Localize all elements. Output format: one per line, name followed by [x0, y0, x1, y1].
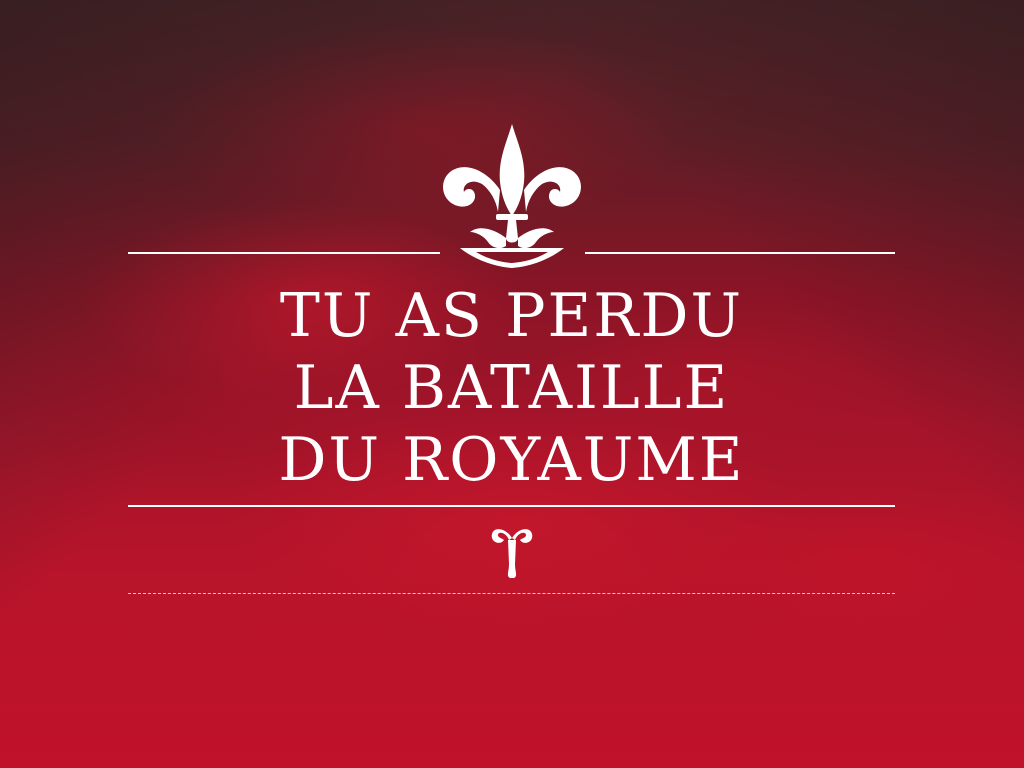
divider-bottom	[128, 505, 895, 507]
title-line-3: DU ROYAUME	[278, 425, 745, 495]
divider-top-left	[128, 252, 440, 254]
ornament-icon	[491, 529, 533, 578]
divider-top-right	[585, 252, 895, 254]
defeat-title: TU AS PERDU LA BATAILLE DU ROYAUME	[128, 280, 895, 496]
title-line-1: TU AS PERDU	[279, 281, 744, 351]
fleur-de-lis-icon	[443, 124, 581, 268]
title-line-2: LA BATAILLE	[293, 353, 730, 423]
dashed-divider	[128, 593, 895, 594]
